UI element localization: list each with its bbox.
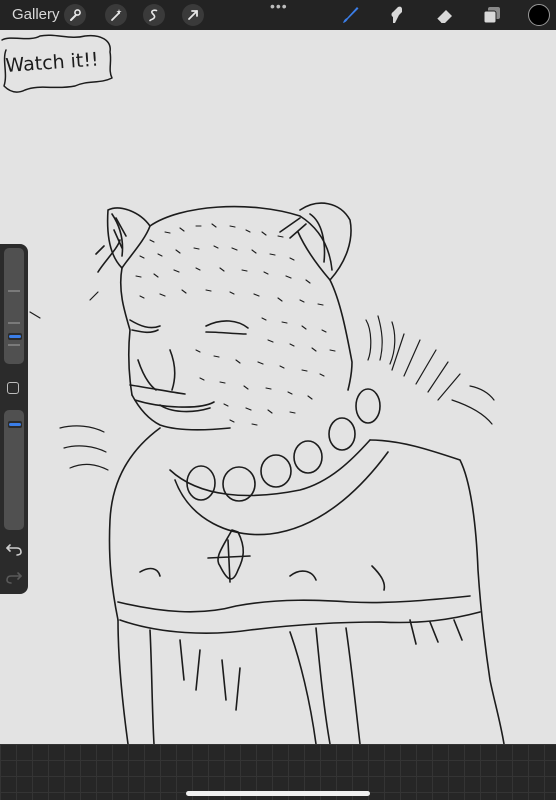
size-tick [8, 322, 20, 324]
sketch-head [95, 205, 353, 431]
top-toolbar: Gallery ••• [0, 0, 556, 30]
more-options-handle[interactable]: ••• [270, 0, 288, 14]
brush-size-slider[interactable] [4, 248, 24, 364]
sketch-collar [169, 388, 389, 583]
size-tick [8, 344, 20, 346]
smudge-icon [391, 6, 402, 24]
drawing-canvas[interactable]: Watch it!! [0, 30, 556, 744]
opacity-handle[interactable] [7, 420, 23, 429]
sketch-artwork: Watch it!! [1, 34, 505, 744]
color-picker-button[interactable] [528, 4, 550, 26]
eraser-tool-button[interactable] [433, 3, 457, 27]
brush-icon [343, 7, 359, 23]
left-sidebar [0, 244, 28, 594]
gallery-button[interactable]: Gallery [12, 6, 60, 23]
modify-button[interactable] [7, 382, 19, 394]
actions-wrench-button[interactable] [64, 4, 86, 26]
undo-icon[interactable] [5, 542, 23, 556]
brush-tool-button[interactable] [338, 3, 362, 27]
home-indicator[interactable] [186, 791, 370, 796]
speech-bubble-text: Watch it!! [5, 49, 99, 77]
brush-size-handle[interactable] [7, 332, 23, 341]
sketch-spots [135, 223, 336, 426]
opacity-slider[interactable] [4, 410, 24, 530]
sketch-ears [106, 202, 352, 281]
selection-icon [149, 9, 158, 22]
transform-button[interactable] [182, 4, 204, 26]
layers-icon [483, 7, 500, 24]
wrench-icon [70, 9, 81, 21]
selection-button[interactable] [143, 4, 165, 26]
transform-arrow-icon [188, 10, 198, 20]
size-tick [8, 290, 20, 292]
layers-button[interactable] [480, 3, 504, 27]
redo-icon[interactable] [5, 570, 23, 584]
eraser-icon [436, 10, 452, 24]
smudge-tool-button[interactable] [385, 3, 409, 27]
magic-wand-icon [111, 9, 122, 21]
adjustments-button[interactable] [105, 4, 127, 26]
sketch-torso [108, 427, 505, 744]
sketch-fur [29, 291, 495, 471]
